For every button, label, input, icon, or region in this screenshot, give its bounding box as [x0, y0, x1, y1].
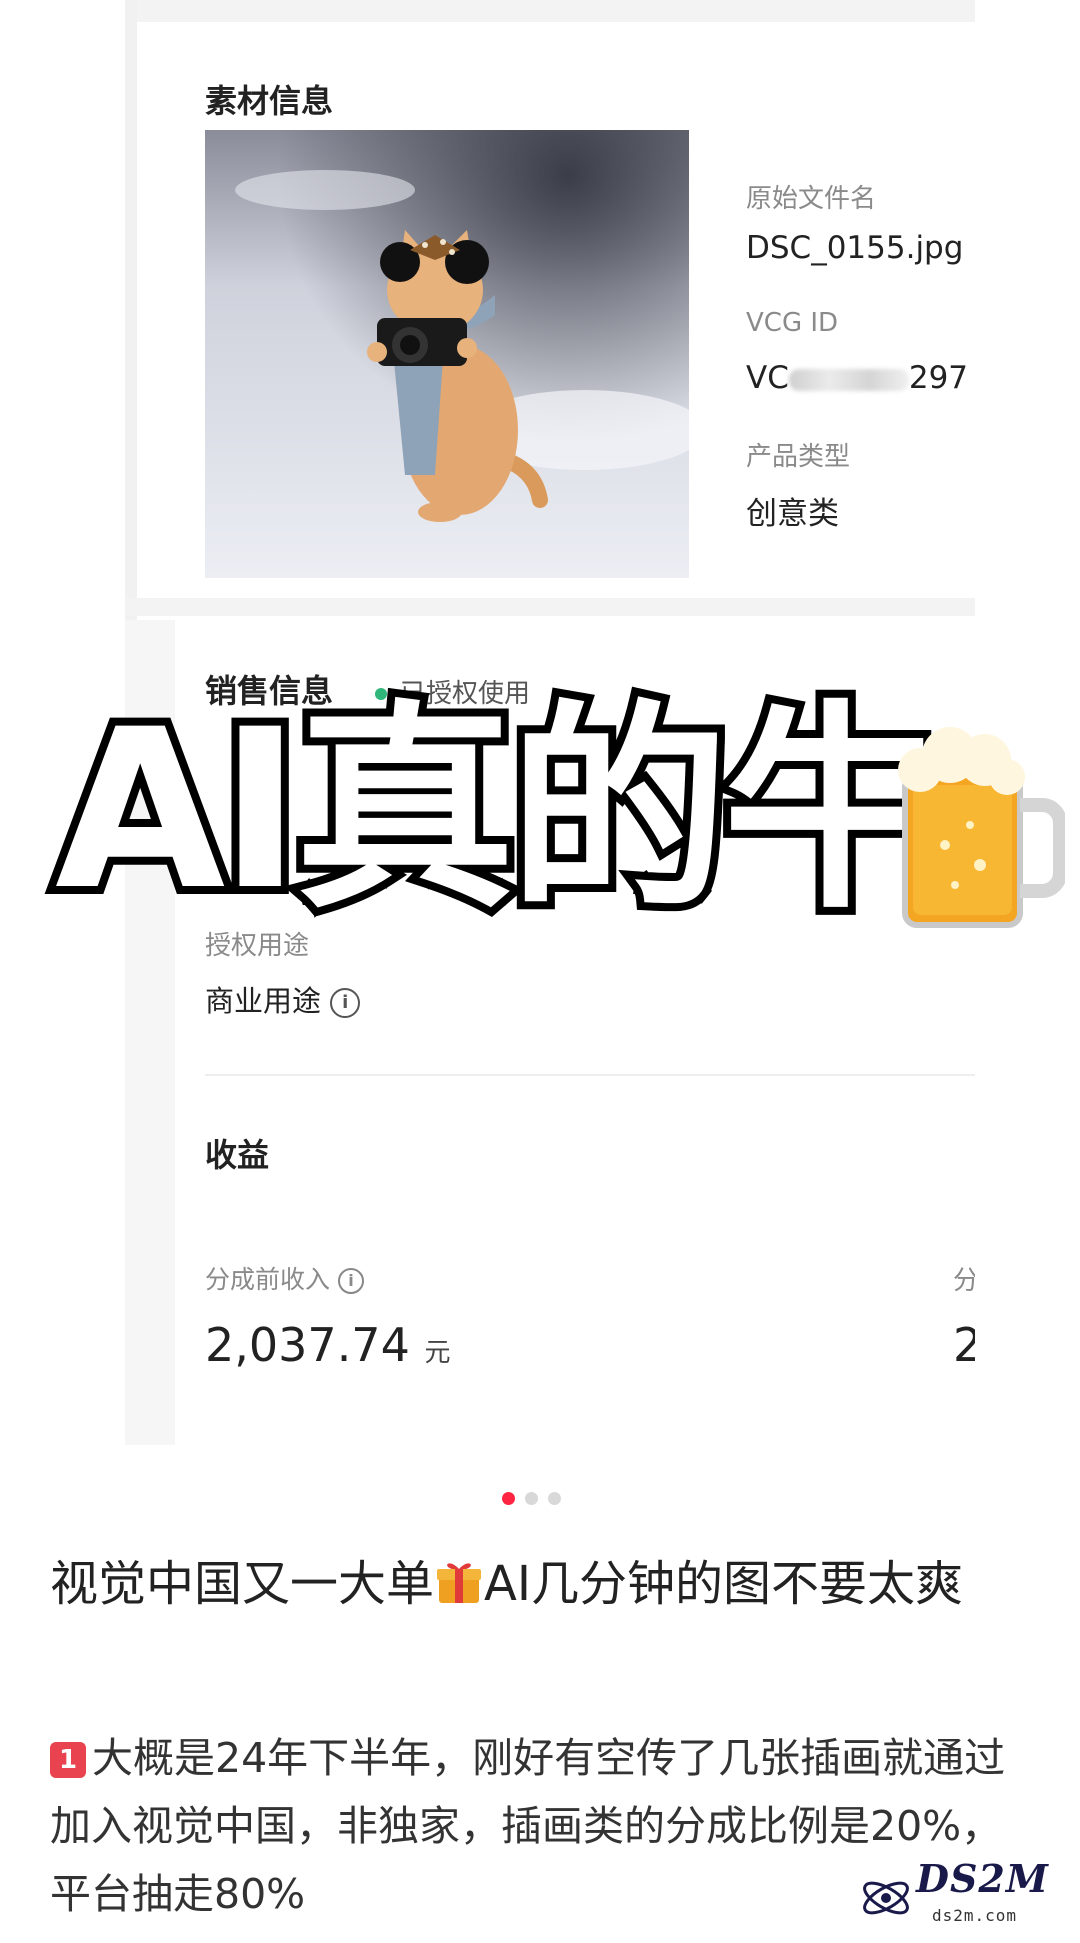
post-title: 视觉中国又一大单 AI几分钟的图不要太爽 — [50, 1550, 1040, 1618]
pre-split-label: 分成前收入 — [205, 1265, 331, 1294]
watermark-brand: DS2M — [916, 1856, 1049, 1901]
panel-left-edge — [125, 0, 137, 620]
atom-logo-icon — [863, 1881, 909, 1915]
material-info-title: 素材信息 — [205, 82, 334, 120]
screenshot-panel: 素材信息 原始文件名 DSC_0155.jpg VCG ID VC 297 产品… — [0, 0, 1080, 1445]
usage-value-row: 商业用途 i — [205, 978, 361, 1020]
original-filename-label: 原始文件名 — [746, 184, 877, 214]
usage-value: 商业用途 — [205, 984, 322, 1018]
watermark: DS2M ds2m.com — [852, 1856, 1074, 1936]
carousel-dot[interactable] — [525, 1492, 538, 1505]
gift-icon — [437, 1563, 482, 1603]
carousel-dot[interactable] — [548, 1492, 561, 1505]
vcg-id-value: VC 297 — [746, 360, 968, 396]
post-title-part1: 视觉中国又一大单 — [50, 1556, 435, 1612]
overlay-caption: AI真的牛 — [47, 682, 951, 938]
watermark-site: ds2m.com — [932, 1906, 1018, 1925]
pre-split-amount: 2,037.74 — [205, 1318, 410, 1372]
currency-unit: 元 — [424, 1338, 451, 1368]
product-type-value: 创意类 — [746, 496, 839, 532]
divider — [205, 1074, 975, 1076]
earnings-title: 收益 — [205, 1136, 270, 1174]
product-type-label: 产品类型 — [746, 442, 851, 472]
pre-split-amount-row: 2,037.74 元 — [205, 1318, 450, 1372]
info-icon[interactable]: i — [330, 988, 361, 1018]
carousel-indicator[interactable] — [502, 1492, 561, 1505]
vcg-id-prefix: VC — [746, 360, 789, 396]
info-icon[interactable]: i — [337, 1268, 364, 1294]
cat-photo-image — [205, 130, 689, 578]
material-thumbnail[interactable] — [205, 130, 689, 578]
vcg-id-label: VCG ID — [746, 308, 839, 338]
pre-split-label-row: 分成前收入 i — [205, 1260, 364, 1296]
carousel-dot-active[interactable] — [502, 1492, 515, 1505]
vcg-id-suffix: 297 — [908, 360, 969, 396]
keycap-one-icon: 1 — [50, 1742, 86, 1778]
post-title-part2: AI几分钟的图不要太爽 — [484, 1556, 964, 1612]
beer-icon — [898, 727, 1065, 928]
card-gap — [125, 598, 975, 616]
panel-top-strip — [125, 0, 975, 22]
vcg-id-redacted — [788, 368, 909, 391]
original-filename-value: DSC_0155.jpg — [746, 230, 964, 266]
